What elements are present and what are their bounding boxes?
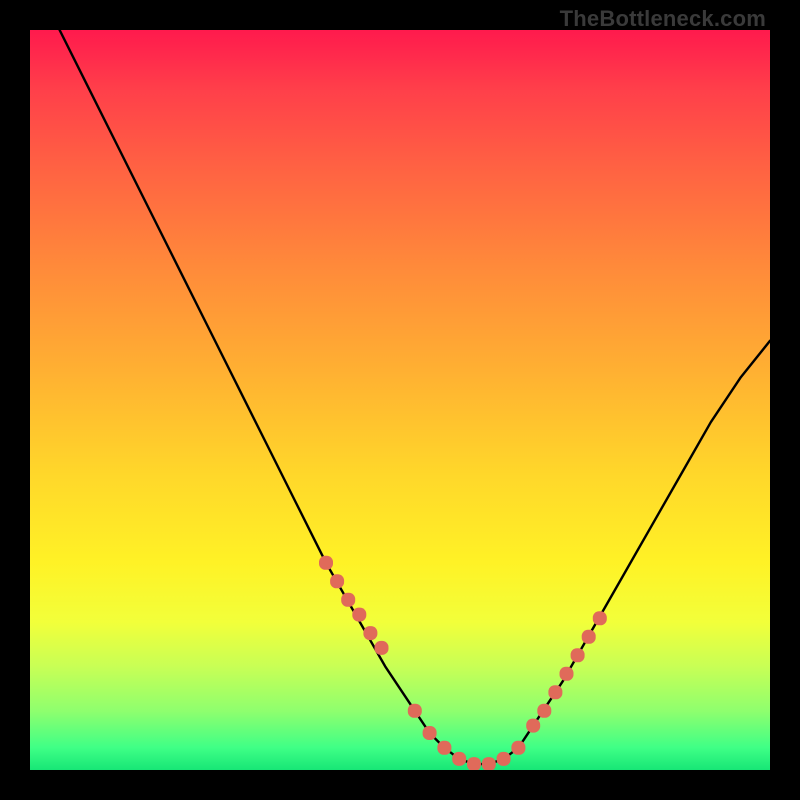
plot-area: [30, 30, 770, 770]
chart-frame: [30, 30, 770, 770]
watermark-text: TheBottleneck.com: [560, 6, 766, 32]
gradient-background: [30, 30, 770, 770]
